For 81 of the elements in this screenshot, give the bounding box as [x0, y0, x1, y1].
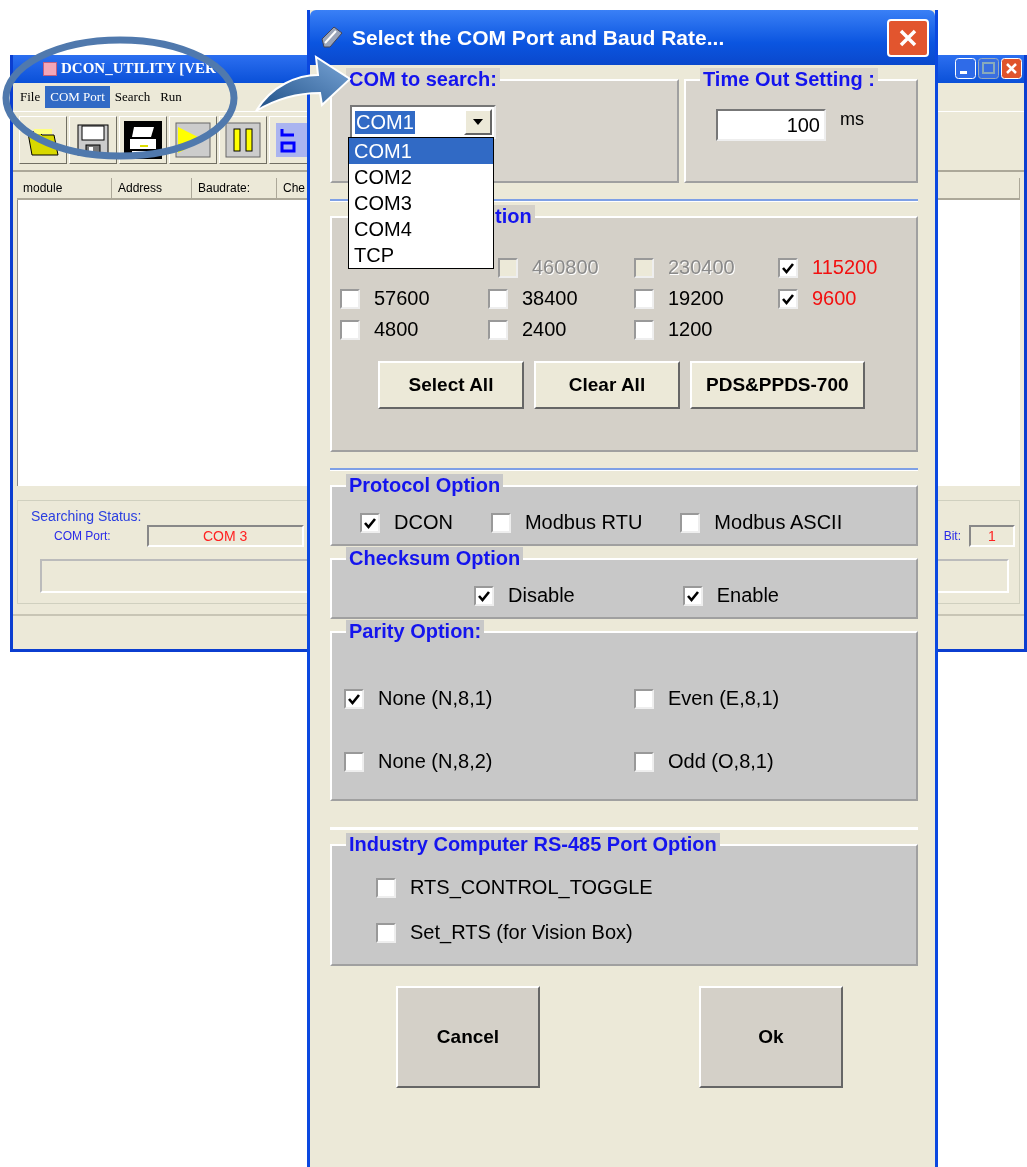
dialog-button[interactable]: Ok [699, 986, 843, 1088]
checkbox-label: 2400 [522, 318, 567, 341]
dialog-button[interactable]: Cancel [396, 986, 540, 1088]
checkbox[interactable] [340, 288, 360, 309]
checkbox[interactable] [488, 288, 508, 309]
checkbox-label: Enable [716, 584, 779, 607]
maximize-icon [978, 58, 999, 80]
checkbox-label: Set_RTS (for Vision Box) [410, 921, 633, 944]
group-title: Parity Option: [346, 620, 485, 643]
minimize-icon [955, 58, 976, 80]
field-label: COM Port: [54, 528, 111, 543]
dropdown-option[interactable]: COM2 [349, 164, 493, 190]
dropdown-button[interactable] [464, 109, 492, 135]
action-button[interactable]: Select All [378, 361, 524, 409]
window-title: Select the COM Port and Baud Rate... [352, 25, 725, 50]
menu-item[interactable]: File [15, 85, 46, 108]
checkbox-label: 57600 [374, 287, 430, 310]
action-button[interactable]: PDS&PPDS-700 [690, 361, 865, 409]
checkbox-label: 9600 [812, 287, 857, 310]
menu-item[interactable]: COM Port [45, 85, 110, 108]
checkbox[interactable] [344, 751, 364, 772]
toolbar-button[interactable] [69, 115, 117, 164]
pause-icon [224, 120, 262, 159]
field-label: Bit: [943, 528, 961, 543]
checkbox-label: Modbus RTU [524, 511, 643, 534]
checkbox[interactable] [488, 319, 508, 340]
checkbox-label: Modbus ASCII [714, 511, 843, 534]
checkbox[interactable] [360, 512, 380, 533]
checkbox-label: RTS_CONTROL_TOGGLE [410, 876, 653, 899]
dropdown-option[interactable]: COM4 [349, 216, 493, 242]
checkbox-label: 1200 [668, 318, 713, 341]
checkbox[interactable] [682, 585, 703, 606]
action-button[interactable]: Clear All [534, 361, 680, 409]
dropdown-option[interactable]: COM1 [349, 138, 493, 164]
column-header[interactable]: Baudrate: [192, 177, 277, 198]
checkbox[interactable] [340, 319, 360, 340]
checkbox[interactable] [680, 512, 701, 533]
checkbox[interactable] [634, 288, 654, 309]
group-title: Time Out Setting : [700, 68, 878, 91]
checkbox-label: None (N,8,2) [378, 750, 493, 773]
group-title: Industry Computer RS-485 Port Option [346, 833, 720, 856]
checkbox-label: 230400 [668, 256, 735, 279]
column-header[interactable]: module [17, 177, 112, 198]
caret-icon [472, 118, 484, 126]
checkbox[interactable] [634, 688, 654, 709]
checkbox[interactable] [778, 257, 798, 278]
status-field: COM 3 [146, 524, 304, 547]
checkbox-label: 115200 [812, 256, 878, 279]
checkbox[interactable] [344, 688, 364, 709]
timeout-field[interactable]: 100 [716, 109, 826, 141]
checkbox[interactable] [634, 751, 654, 772]
checkbox-label: Disable [508, 584, 575, 607]
checkbox-label: 4800 [374, 318, 419, 341]
checkbox[interactable] [376, 922, 396, 943]
combo-value: COM1 [355, 110, 415, 134]
dropdown-option[interactable]: COM3 [349, 190, 493, 216]
column-header[interactable]: Address [112, 177, 192, 198]
checkbox-label: DCON [394, 511, 453, 534]
checkbox-label: Odd (O,8,1) [668, 750, 774, 773]
pen-icon [318, 24, 344, 51]
checkbox-label: 460800 [532, 256, 599, 279]
checkbox-label: None (N,8,1) [378, 687, 493, 710]
group-title: Protocol Option [346, 474, 504, 497]
checkbox[interactable] [376, 877, 396, 898]
checkbox[interactable] [634, 319, 654, 340]
checkbox[interactable] [474, 585, 494, 606]
checkbox-label: Even (E,8,1) [668, 687, 780, 710]
menu-item[interactable]: Search [109, 85, 156, 108]
toolbar-button[interactable] [119, 115, 167, 164]
close-button[interactable] [887, 18, 929, 57]
checkbox-label: 38400 [522, 287, 578, 310]
checkbox[interactable] [490, 512, 511, 533]
close-icon [1001, 58, 1022, 80]
checkbox-label: 19200 [668, 287, 724, 310]
unit-label: ms [840, 109, 864, 130]
group-title: Checksum Option [346, 547, 524, 570]
dropdown-option[interactable]: TCP [349, 242, 493, 268]
app-icon [43, 61, 57, 76]
menu-item[interactable]: Run [155, 85, 187, 108]
checkbox[interactable] [778, 288, 798, 309]
status-field: 1 [969, 524, 1015, 547]
